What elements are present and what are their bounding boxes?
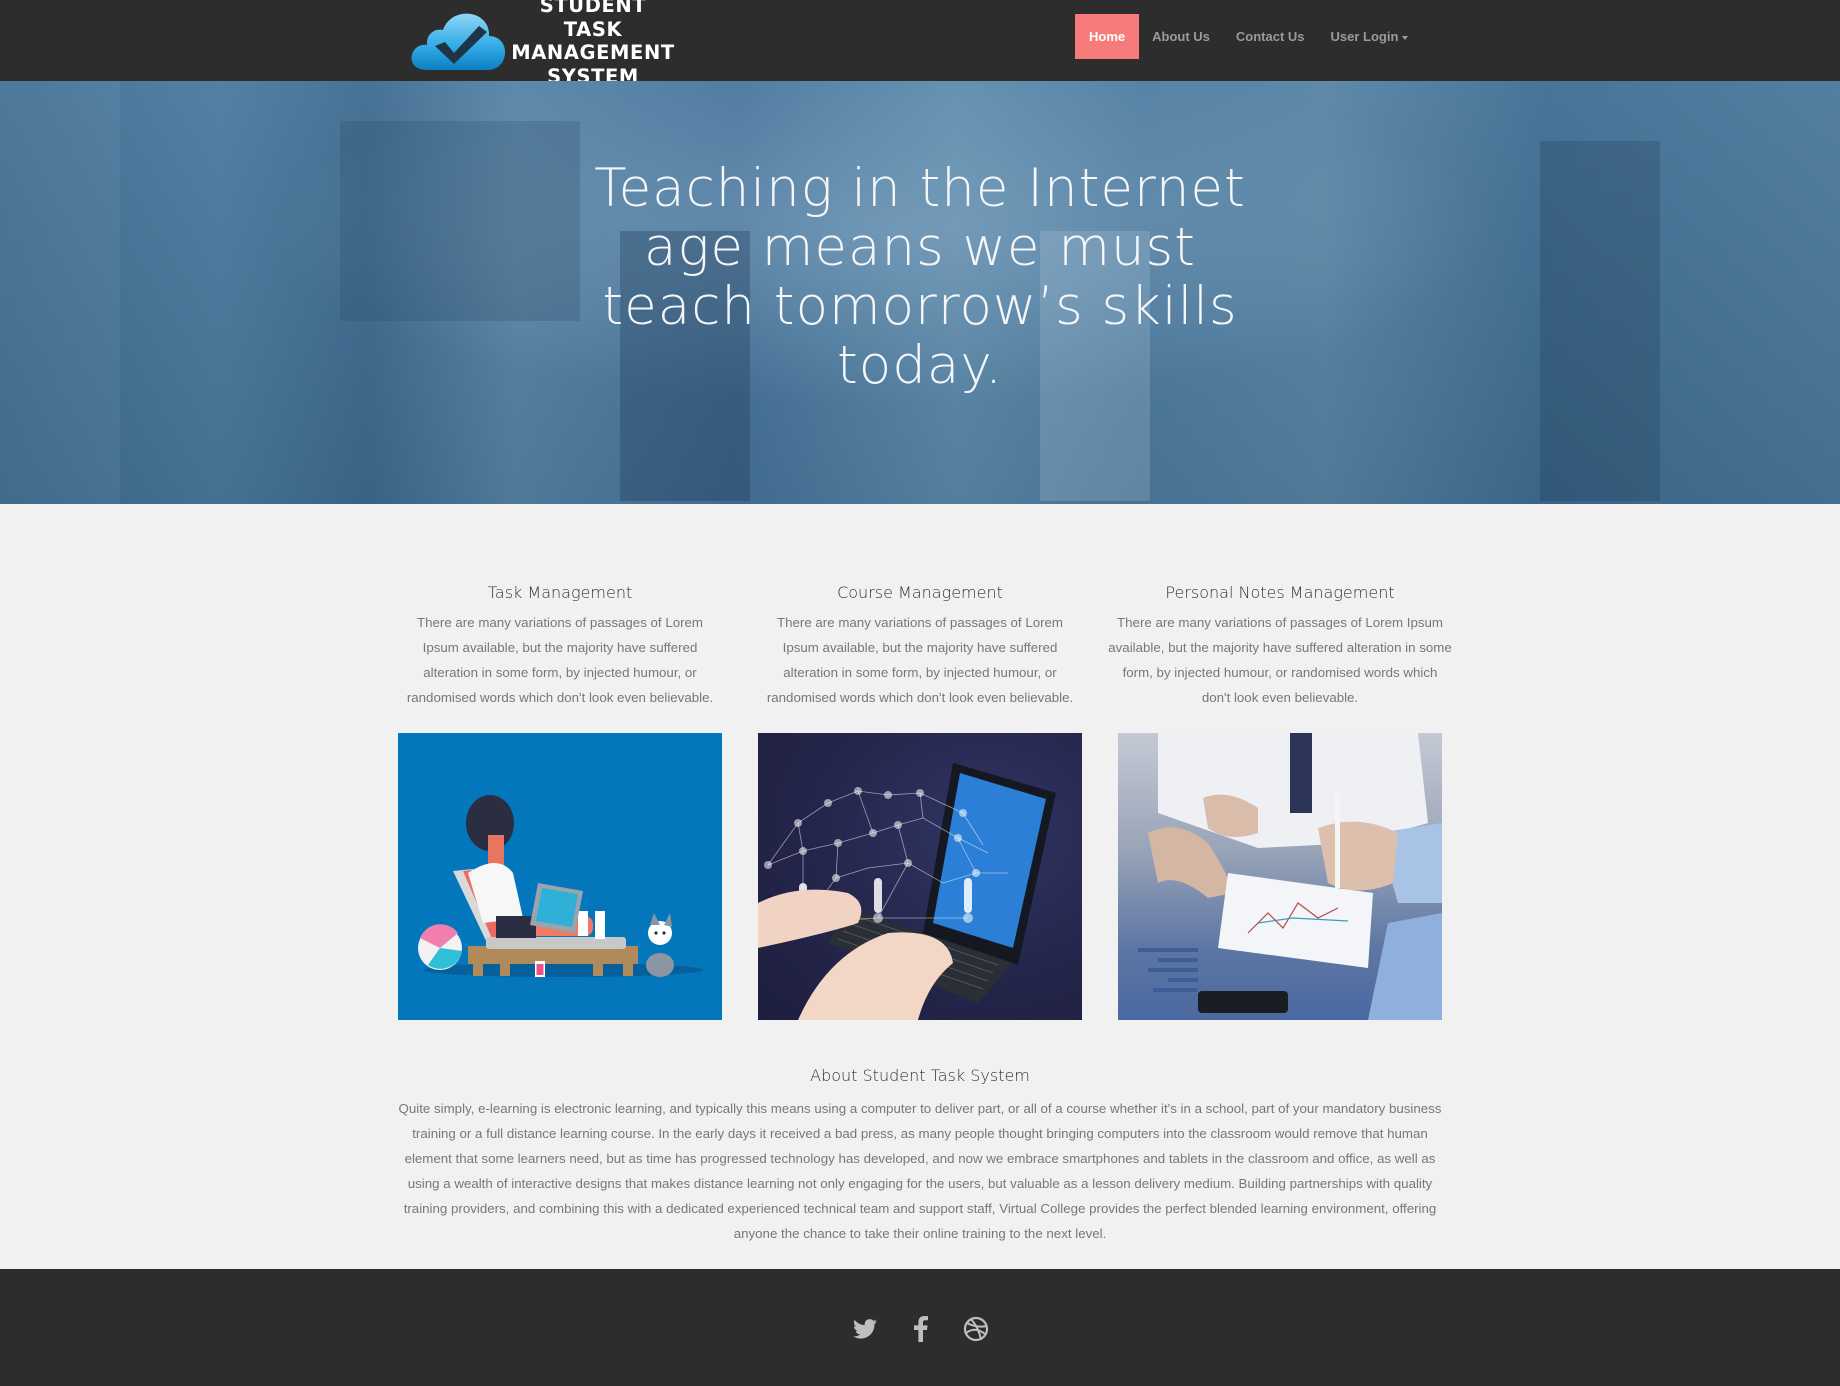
cloud-check-icon — [407, 6, 509, 76]
nav-user-login-label: User Login — [1330, 29, 1399, 44]
dribbble-icon — [963, 1316, 989, 1342]
nav-contact-us[interactable]: Contact Us — [1223, 14, 1318, 59]
facebook-link[interactable] — [906, 1314, 936, 1344]
caret-down-icon — [1402, 35, 1409, 40]
feature-course-management: Course Management There are many variati… — [758, 581, 1082, 710]
twitter-link[interactable] — [850, 1314, 880, 1344]
feature-personal-notes-management: Personal Notes Management There are many… — [1108, 581, 1452, 710]
feature-title: Task Management — [487, 583, 633, 602]
site-logo[interactable]: STUDENT TASK MANAGEMENT SYSTEM — [407, 0, 677, 88]
about-text: Quite simply, e-learning is electronic l… — [398, 1101, 1442, 1241]
nav-user-login-dropdown[interactable]: User Login — [1318, 14, 1422, 59]
feature-task-management: Task Management There are many variation… — [398, 581, 722, 710]
nav-home-label: Home — [1089, 29, 1126, 44]
nav-home[interactable]: Home — [1075, 14, 1140, 59]
feature-description: There are many variations of passages of… — [766, 615, 1074, 705]
nav-about-us[interactable]: About Us — [1139, 14, 1223, 59]
feature-image-personal-notes-management — [1118, 733, 1442, 1020]
navbar: STUDENT TASK MANAGEMENT SYSTEM Home Abou… — [0, 0, 1840, 88]
facebook-icon — [914, 1316, 928, 1342]
hero-banner: Teaching in the Internet age means we mu… — [0, 81, 1840, 504]
feature-image-course-management — [758, 733, 1082, 1020]
hero-guitar-shape — [1540, 141, 1660, 501]
hero-curtain-shape — [0, 81, 120, 504]
feature-description: There are many variations of passages of… — [406, 615, 714, 705]
hero-title: Teaching in the Internet age means we mu… — [594, 158, 1246, 396]
twitter-icon — [853, 1319, 877, 1339]
logo-line: MANAGEMENT — [511, 41, 675, 64]
footer — [0, 1269, 1840, 1386]
nav-contact-us-label: Contact Us — [1235, 29, 1305, 44]
feature-image-task-management — [398, 733, 722, 1020]
feature-title: Course Management — [837, 583, 1003, 602]
feature-description: There are many variations of passages of… — [1108, 615, 1452, 705]
nav-about-us-label: About Us — [1152, 29, 1210, 44]
hero-bookshelf-shape — [340, 121, 580, 321]
main-nav: Home About Us Contact Us User Login — [1075, 14, 1421, 59]
feature-title: Personal Notes Management — [1165, 583, 1395, 602]
dribbble-link[interactable] — [961, 1314, 991, 1344]
about-title: About Student Task System — [810, 1066, 1030, 1085]
logo-text: STUDENT TASK MANAGEMENT SYSTEM — [509, 0, 677, 88]
logo-line: STUDENT TASK — [539, 0, 647, 41]
